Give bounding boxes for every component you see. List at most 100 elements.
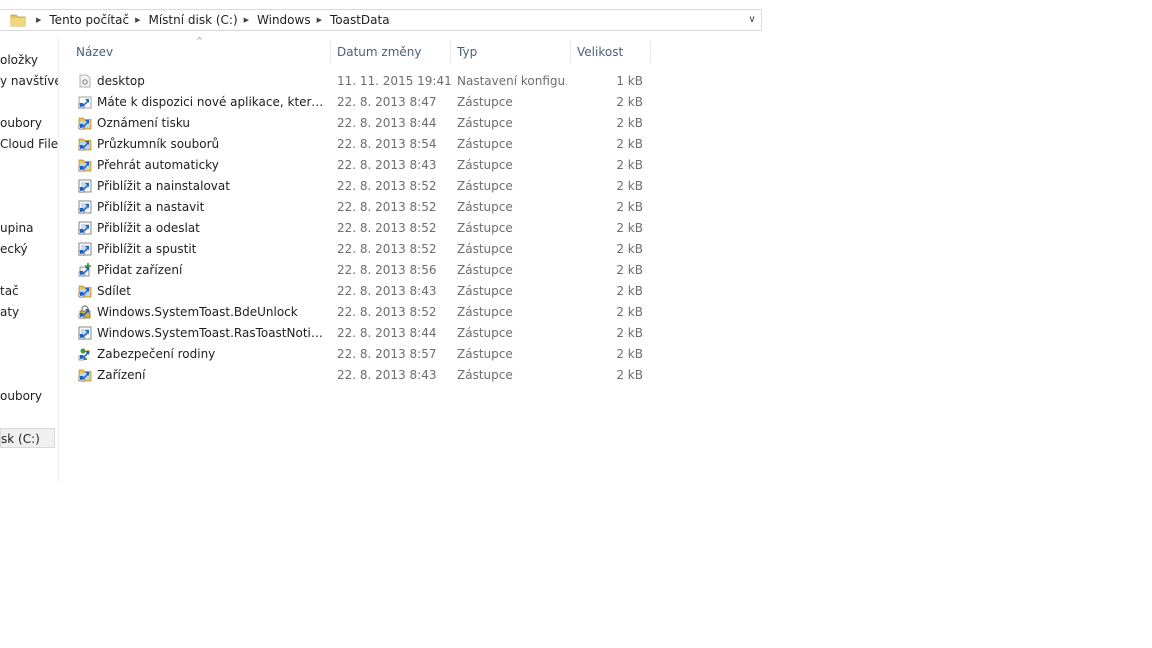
file-type: Zástupce xyxy=(457,368,513,382)
file-type: Zástupce xyxy=(457,347,513,361)
file-row[interactable]: Windows.SystemToast.BdeUnlock 22. 8. 2013… xyxy=(74,302,654,323)
file-type: Zástupce xyxy=(457,284,513,298)
nav-item[interactable]: aty xyxy=(0,302,19,322)
file-row[interactable]: Přiblížit a nastavit 22. 8. 2013 8:52 Zást… xyxy=(74,197,654,218)
column-header-type[interactable]: Typ xyxy=(457,41,477,63)
file-row[interactable]: Průzkumník souborů 22. 8. 2013 8:54 Zástup… xyxy=(74,134,654,155)
column-divider[interactable] xyxy=(570,41,571,63)
file-row[interactable]: Máte k dispozici nové aplikace, které mo… xyxy=(74,92,654,113)
breadcrumb-windows[interactable]: Windows xyxy=(257,13,311,27)
file-size: 2 kB xyxy=(616,116,643,130)
chevron-down-icon[interactable]: ∨ xyxy=(745,11,759,29)
file-size: 2 kB xyxy=(616,305,643,319)
breadcrumb-this-pc[interactable]: Tento počítač xyxy=(49,13,129,27)
file-name: Přehrát automaticky xyxy=(97,158,219,172)
file-row[interactable]: Přiblížit a odeslat 22. 8. 2013 8:52 Zástu… xyxy=(74,218,654,239)
nav-item[interactable]: oložky xyxy=(0,50,38,70)
file-row[interactable]: Přehrát automaticky 22. 8. 2013 8:43 Zástu… xyxy=(74,155,654,176)
chevron-right-icon[interactable]: ▶ xyxy=(36,16,41,24)
column-header-name[interactable]: Název xyxy=(76,41,113,63)
file-row[interactable]: Oznámení tisku 22. 8. 2013 8:44 Zástupce 2 … xyxy=(74,113,654,134)
file-date: 22. 8. 2013 8:47 xyxy=(337,95,437,109)
nav-item[interactable]: y navštíver xyxy=(0,71,58,91)
nav-item[interactable]: oubory xyxy=(0,113,42,133)
file-size: 2 kB xyxy=(616,200,643,214)
shortcut-lock-icon xyxy=(78,305,92,319)
file-size: 2 kB xyxy=(616,158,643,172)
nav-item[interactable]: upina xyxy=(0,218,34,238)
file-size: 2 kB xyxy=(616,347,643,361)
nav-item-selected[interactable]: sk (C:) xyxy=(0,428,55,448)
file-size: 2 kB xyxy=(616,263,643,277)
shortcut-folder-icon xyxy=(78,368,92,382)
file-size: 2 kB xyxy=(616,221,643,235)
file-name: Přidat zařízení xyxy=(97,263,183,277)
file-date: 22. 8. 2013 8:52 xyxy=(337,305,437,319)
file-row[interactable]: Přidat zařízení 22. 8. 2013 8:56 Zástupce 2… xyxy=(74,260,654,281)
file-type: Zástupce xyxy=(457,305,513,319)
file-row[interactable]: desktop 11. 11. 2015 19:41 Nastavení konfi… xyxy=(74,71,654,92)
file-row[interactable]: Přiblížit a spustit 22. 8. 2013 8:52 Zástu… xyxy=(74,239,654,260)
file-type: Zástupce xyxy=(457,242,513,256)
file-type: Zástupce xyxy=(457,116,513,130)
column-divider[interactable] xyxy=(650,41,651,63)
file-name: Průzkumník souborů xyxy=(97,137,220,151)
breadcrumb-local-disk[interactable]: Místní disk (C:) xyxy=(148,13,237,27)
file-row[interactable]: Sdílet 22. 8. 2013 8:43 Zástupce 2 kB xyxy=(74,281,654,302)
file-name: Přiblížit a nastavit xyxy=(97,200,205,214)
file-row[interactable]: Zařízení 22. 8. 2013 8:43 Zástupce 2 kB xyxy=(74,365,654,386)
column-divider[interactable] xyxy=(450,41,451,63)
file-type: Zástupce xyxy=(457,326,513,340)
file-type: Nastavení konfigu... xyxy=(457,74,567,88)
file-name: Zařízení xyxy=(97,368,146,382)
file-type: Zástupce xyxy=(457,137,513,151)
file-size: 2 kB xyxy=(616,242,643,256)
chevron-right-icon[interactable]: ▶ xyxy=(135,16,140,24)
file-size: 2 kB xyxy=(616,137,643,151)
file-row[interactable]: Přiblížit a nainstalovat 22. 8. 2013 8:52… xyxy=(74,176,654,197)
settings-file-icon xyxy=(78,74,92,88)
file-size: 2 kB xyxy=(616,95,643,109)
file-size: 2 kB xyxy=(616,179,643,193)
shortcut-app-icon xyxy=(78,221,92,235)
nav-item[interactable]: tač xyxy=(0,281,19,301)
shortcut-app-icon xyxy=(78,179,92,193)
chevron-right-icon[interactable]: ▶ xyxy=(317,16,322,24)
file-date: 22. 8. 2013 8:43 xyxy=(337,158,437,172)
shortcut-app-icon xyxy=(78,326,92,340)
shortcut-app-icon xyxy=(78,200,92,214)
nav-item[interactable]: oubory xyxy=(0,386,42,406)
column-header-date[interactable]: Datum změny xyxy=(337,41,422,63)
shortcut-folder-icon xyxy=(78,137,92,151)
file-date: 22. 8. 2013 8:52 xyxy=(337,221,437,235)
chevron-right-icon[interactable]: ▶ xyxy=(244,16,249,24)
file-type: Zástupce xyxy=(457,179,513,193)
address-bar[interactable]: ▶ Tento počítač ▶ Místní disk (C:) ▶ Win… xyxy=(0,9,762,31)
file-date: 22. 8. 2013 8:52 xyxy=(337,242,437,256)
file-date: 22. 8. 2013 8:52 xyxy=(337,200,437,214)
file-row[interactable]: Zabezpečení rodiny 22. 8. 2013 8:57 Zástup… xyxy=(74,344,654,365)
column-header-size[interactable]: Velikost xyxy=(577,41,623,63)
breadcrumb: ▶ Tento počítač ▶ Místní disk (C:) ▶ Win… xyxy=(30,10,390,30)
shortcut-folder-icon xyxy=(78,284,92,298)
file-row[interactable]: Windows.SystemToast.RasToastNotifier 22. … xyxy=(74,323,654,344)
file-date: 22. 8. 2013 8:52 xyxy=(337,179,437,193)
nav-item[interactable]: ecký xyxy=(0,239,28,259)
file-date: 22. 8. 2013 8:44 xyxy=(337,326,437,340)
navigation-pane[interactable]: oložky y navštíver oubory Cloud Files up… xyxy=(0,36,59,482)
file-date: 22. 8. 2013 8:57 xyxy=(337,347,437,361)
file-name: Sdílet xyxy=(97,284,131,298)
nav-item[interactable]: Cloud Files xyxy=(0,134,58,154)
file-date: 22. 8. 2013 8:43 xyxy=(337,368,437,382)
file-name: Windows.SystemToast.BdeUnlock xyxy=(97,305,298,319)
sort-ascending-icon: ^ xyxy=(196,36,203,45)
file-size: 2 kB xyxy=(616,326,643,340)
column-divider[interactable] xyxy=(330,41,331,63)
file-type: Zástupce xyxy=(457,221,513,235)
shortcut-app-icon xyxy=(78,242,92,256)
file-type: Zástupce xyxy=(457,200,513,214)
breadcrumb-toastdata[interactable]: ToastData xyxy=(330,13,390,27)
file-type: Zástupce xyxy=(457,263,513,277)
file-name: Přiblížit a nainstalovat xyxy=(97,179,230,193)
file-date: 22. 8. 2013 8:54 xyxy=(337,137,437,151)
